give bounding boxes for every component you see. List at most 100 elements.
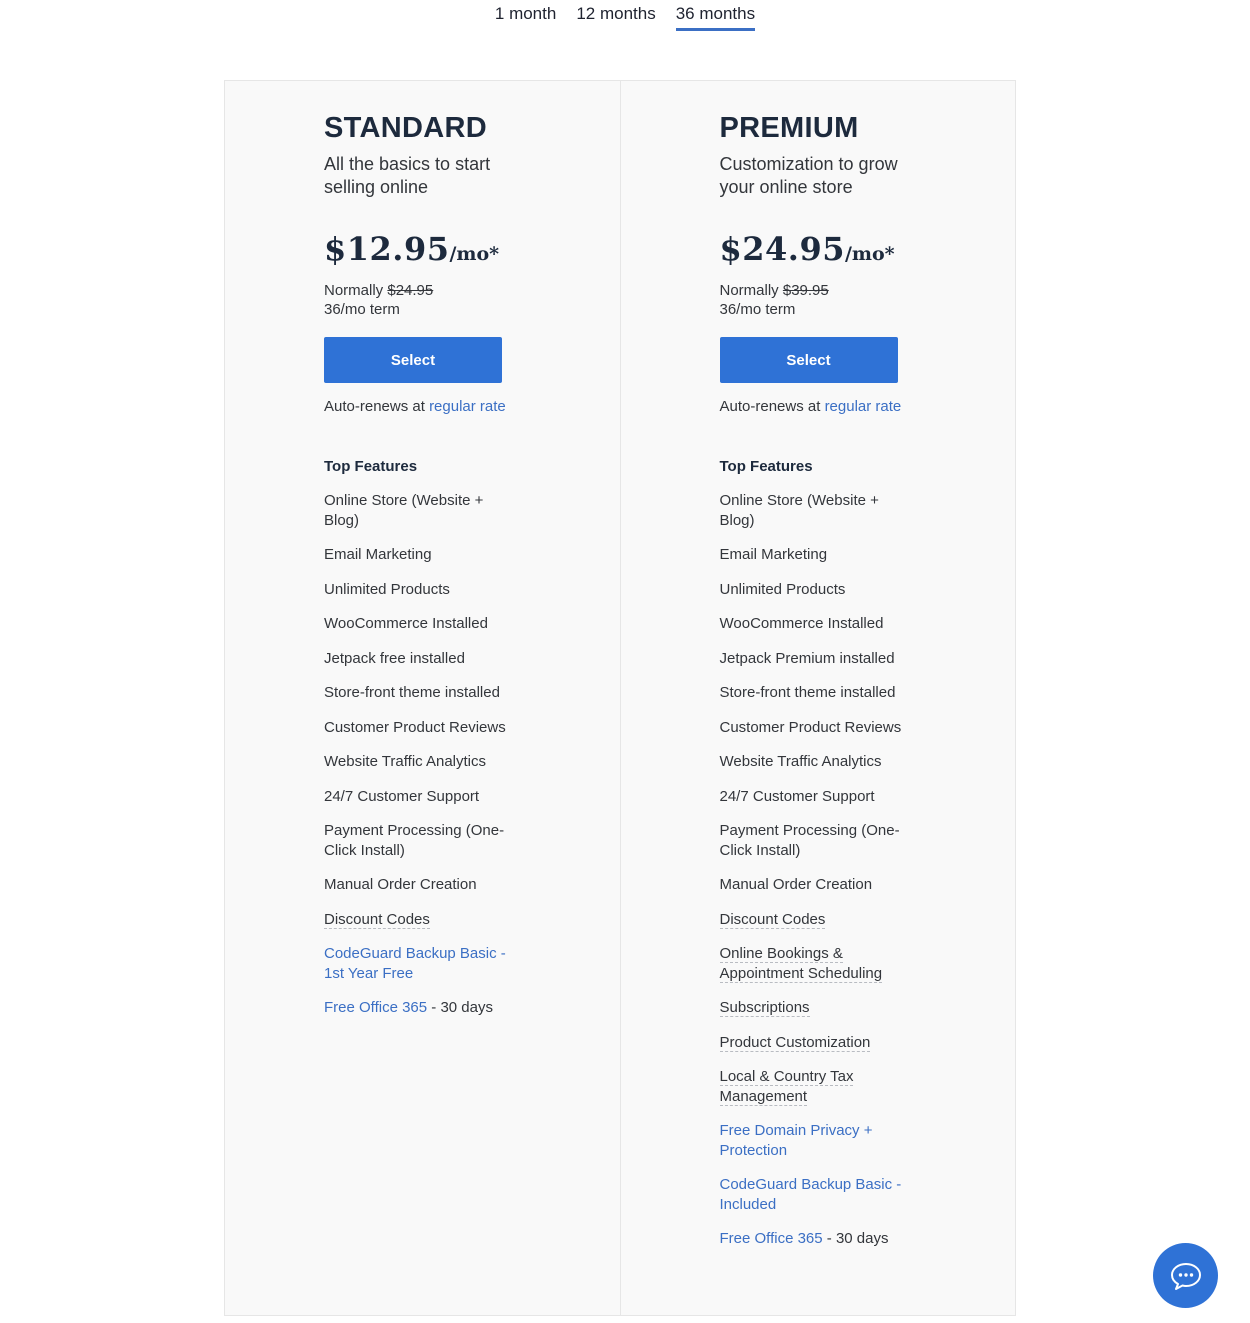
normally-label: Normally <box>324 282 384 299</box>
feature-item: WooCommerce Installed <box>720 614 915 634</box>
feature-text[interactable]: Free Office 365 <box>720 1230 823 1247</box>
price-amount: $12.95 <box>324 230 450 268</box>
plan-premium: PREMIUM Customization to grow your onlin… <box>619 81 1016 1315</box>
normally-label: Normally <box>719 282 779 299</box>
feature-item[interactable]: Free Office 365 - 30 days <box>720 1229 915 1249</box>
plan-name: STANDARD <box>324 112 487 144</box>
regular-rate-link[interactable]: regular rate <box>429 398 506 415</box>
chat-bubble-icon <box>1170 1262 1201 1290</box>
feature-item: Store-front theme installed <box>720 683 915 703</box>
feature-text: Website Traffic Analytics <box>719 753 882 770</box>
feature-suffix: - 30 days <box>822 1230 889 1247</box>
feature-text[interactable]: Online Bookings & Appointment Scheduling <box>719 945 883 983</box>
feature-item: 24/7 Customer Support <box>324 787 519 807</box>
auto-renew-note: Auto-renews at regular rate <box>720 397 1016 417</box>
feature-item[interactable]: Local & Country Tax Management <box>719 1067 915 1106</box>
feature-item: 24/7 Customer Support <box>720 787 915 807</box>
feature-text: Manual Order Creation <box>719 876 873 893</box>
term-length: 36/mo term <box>719 301 796 318</box>
tab-36-months[interactable]: 36 months <box>666 0 765 31</box>
feature-text[interactable]: CodeGuard Backup Basic - Included <box>720 1176 902 1213</box>
feature-text[interactable]: Local & Country Tax Management <box>719 1068 854 1106</box>
normal-price: $24.95 <box>387 282 434 299</box>
feature-item[interactable]: Free Office 365 - 30 days <box>324 998 519 1018</box>
feature-text[interactable]: Free Office 365 <box>324 999 427 1016</box>
term-length: 36/mo term <box>324 301 400 318</box>
feature-item: Online Store (Website + Blog) <box>720 491 915 530</box>
feature-text: Website Traffic Analytics <box>324 753 487 770</box>
feature-text: Customer Product Reviews <box>324 718 506 736</box>
auto-renew-note: Auto-renews at regular rate <box>324 397 620 417</box>
feature-item[interactable]: Subscriptions <box>719 998 915 1018</box>
feature-item[interactable]: Online Bookings & Appointment Scheduling <box>719 944 915 983</box>
feature-item: Email Marketing <box>324 545 519 565</box>
auto-renew-text: Auto-renews at <box>719 398 821 415</box>
plan-name: PREMIUM <box>719 112 859 144</box>
feature-item: Website Traffic Analytics <box>324 752 519 772</box>
feature-item: Customer Product Reviews <box>324 718 519 738</box>
feature-item: Jetpack Premium installed <box>720 649 915 669</box>
feature-list: Online Store (Website + Blog) Email Marke… <box>719 491 915 1249</box>
feature-text: WooCommerce Installed <box>719 615 884 632</box>
feature-text[interactable]: CodeGuard Backup Basic - 1st Year Free <box>324 945 506 982</box>
feature-text: Online Store (Website + Blog) <box>324 492 484 529</box>
normal-price: $39.95 <box>782 282 829 299</box>
regular-rate-link[interactable]: regular rate <box>825 398 902 415</box>
feature-list: Online Store (Website + Blog) Email Marke… <box>324 491 519 1018</box>
term-tabs: 1 month 12 months 36 months <box>0 0 1250 31</box>
select-premium-button[interactable]: Select <box>719 337 898 383</box>
feature-item: Manual Order Creation <box>324 875 519 895</box>
feature-text: 24/7 Customer Support <box>324 787 480 805</box>
feature-text: Email Marketing <box>324 546 432 563</box>
tab-1-month[interactable]: 1 month <box>485 0 566 29</box>
price-unit: /mo* <box>449 243 500 265</box>
select-standard-button[interactable]: Select <box>324 337 502 383</box>
plan-price: $12.95/mo* <box>324 229 620 275</box>
feature-item: Customer Product Reviews <box>720 718 915 738</box>
feature-item[interactable]: CodeGuard Backup Basic - 1st Year Free <box>324 944 519 983</box>
feature-item[interactable]: Free Domain Privacy + Protection <box>720 1121 915 1160</box>
feature-text: Payment Processing (One-Click Install) <box>324 822 505 859</box>
feature-item[interactable]: Product Customization <box>719 1033 915 1053</box>
plans-container: STANDARD All the basics to start selling… <box>224 80 1016 1316</box>
feature-item: Payment Processing (One-Click Install) <box>720 821 915 860</box>
price-amount: $24.95 <box>719 230 845 268</box>
feature-text[interactable]: Subscriptions <box>719 999 810 1017</box>
feature-text[interactable]: Discount Codes <box>719 910 826 929</box>
feature-text[interactable]: Product Customization <box>719 1033 871 1052</box>
price-note: Normally $39.95 36/mo term <box>720 281 1016 319</box>
features-title: Top Features <box>324 458 418 475</box>
feature-item: Store-front theme installed <box>324 683 519 703</box>
feature-text: Payment Processing (One-Click Install) <box>719 822 900 859</box>
feature-item: Online Store (Website + Blog) <box>324 491 519 530</box>
feature-text: Email Marketing <box>719 546 828 563</box>
feature-text: Jetpack Premium installed <box>719 649 895 667</box>
plan-standard: STANDARD All the basics to start selling… <box>225 81 620 1315</box>
feature-text: 24/7 Customer Support <box>719 787 875 805</box>
feature-item[interactable]: Discount Codes <box>719 910 915 930</box>
auto-renew-text: Auto-renews at <box>324 398 425 415</box>
feature-item[interactable]: CodeGuard Backup Basic - Included <box>720 1175 915 1214</box>
feature-text: Store-front theme installed <box>324 684 500 701</box>
feature-text: Unlimited Products <box>719 580 846 598</box>
feature-item[interactable]: Discount Codes <box>324 910 519 930</box>
tab-12-months[interactable]: 12 months <box>566 0 665 29</box>
feature-item: Website Traffic Analytics <box>720 752 915 772</box>
features-title: Top Features <box>719 458 813 475</box>
feature-text: Online Store (Website + Blog) <box>719 492 879 529</box>
feature-text: WooCommerce Installed <box>324 615 488 632</box>
plan-price: $24.95/mo* <box>720 229 1016 275</box>
feature-suffix: - 30 days <box>427 999 493 1016</box>
feature-item: Unlimited Products <box>324 580 519 600</box>
feature-text[interactable]: Discount Codes <box>324 910 430 929</box>
feature-text: Unlimited Products <box>324 580 450 598</box>
feature-text: Store-front theme installed <box>719 684 896 701</box>
feature-text: Manual Order Creation <box>324 876 477 893</box>
feature-item: Payment Processing (One-Click Install) <box>324 821 519 860</box>
price-unit: /mo* <box>844 243 895 265</box>
feature-text: Jetpack free installed <box>324 649 465 667</box>
chat-button[interactable] <box>1153 1243 1218 1308</box>
plan-tagline: All the basics to start selling online <box>324 154 491 197</box>
feature-item: Email Marketing <box>720 545 915 565</box>
feature-text[interactable]: Free Domain Privacy + Protection <box>720 1122 873 1159</box>
